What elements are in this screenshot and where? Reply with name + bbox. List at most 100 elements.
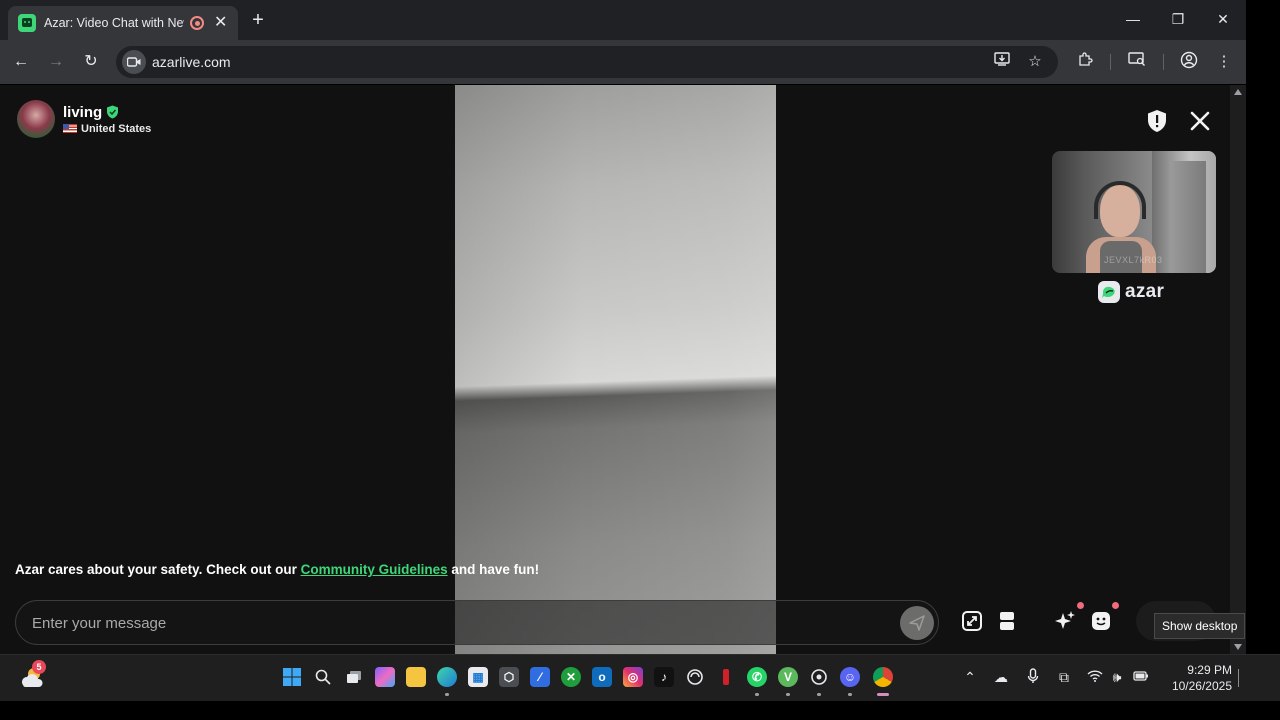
screen-edge	[1246, 0, 1280, 654]
toolbar-divider	[1110, 54, 1111, 70]
azar-logo-icon	[1098, 281, 1120, 303]
partner-username: living	[63, 103, 103, 121]
app-icon-blue[interactable]: ⁄	[530, 667, 550, 687]
onedrive-icon[interactable]: ☁	[992, 668, 1010, 686]
reload-button[interactable]: ↻	[79, 50, 103, 74]
running-indicator	[817, 693, 821, 696]
page-scrollbar[interactable]	[1230, 85, 1246, 654]
screen-bottom-edge	[0, 701, 1280, 720]
windows-taskbar: ▦ ⬡ ⁄ ✕ o ◎ ♪ ✆ V ☺ ⌃ ☁ ⧉ 🕪 9:29 PM 10/2…	[0, 654, 1280, 701]
microsoft-store-icon[interactable]: ▦	[468, 667, 488, 687]
battery-icon[interactable]	[1132, 668, 1150, 686]
self-camera-view: JEVXL7kR03	[1052, 151, 1216, 273]
browser-tab[interactable]: Azar: Video Chat with New ✕	[8, 6, 238, 40]
tiktok-icon[interactable]: ♪	[654, 667, 674, 687]
copilot-icon[interactable]	[375, 667, 395, 687]
scroll-up-arrow[interactable]	[1234, 89, 1242, 95]
profile-icon[interactable]	[1178, 51, 1200, 73]
forward-button[interactable]: →	[44, 50, 68, 74]
clock-date: 10/26/2025	[1171, 679, 1232, 693]
selfview-headset	[1094, 181, 1146, 219]
task-view-icon[interactable]	[344, 667, 364, 687]
effects-notification-dot	[1077, 602, 1084, 609]
message-bar	[15, 600, 939, 645]
send-button[interactable]	[900, 606, 934, 640]
chrome-icon[interactable]	[873, 667, 893, 687]
red-app-icon[interactable]	[716, 667, 736, 687]
mask-notification-dot	[1112, 602, 1119, 609]
partner-country: United States	[81, 122, 152, 135]
expand-button[interactable]	[958, 607, 986, 635]
community-guidelines-link[interactable]: Community Guidelines	[301, 562, 448, 577]
us-flag-icon	[63, 124, 77, 133]
xbox-icon[interactable]: ✕	[561, 667, 581, 687]
verified-shield-icon	[107, 105, 119, 119]
scroll-down-arrow[interactable]	[1234, 644, 1242, 650]
extensions-icon[interactable]	[1074, 51, 1096, 73]
back-button[interactable]: ←	[9, 50, 33, 74]
close-icon[interactable]	[1188, 109, 1212, 133]
expand-icon	[962, 611, 982, 631]
app-icon[interactable]: ⬡	[499, 667, 519, 687]
capture-icon[interactable]: ⧉	[1055, 668, 1073, 686]
avatar[interactable]	[17, 100, 55, 138]
recording-indicator-icon	[190, 16, 204, 30]
selfview-door	[1170, 161, 1206, 273]
safety-text-prefix: Azar cares about your safety. Check out …	[15, 562, 301, 577]
whatsapp-icon[interactable]: ✆	[747, 667, 767, 687]
maximize-button[interactable]: ❐	[1163, 6, 1193, 32]
edge-icon[interactable]	[437, 667, 457, 687]
selfview-watermark: JEVXL7kR03	[1104, 255, 1163, 265]
face-mask-icon	[1092, 612, 1110, 630]
browser-toolbar: ← → ↻ azarlive.com ☆ ⋮	[0, 40, 1246, 84]
volume-icon[interactable]: 🕪	[1108, 668, 1126, 686]
microphone-icon[interactable]	[1024, 668, 1042, 686]
azar-page: living United States JEVXL7kR03 azar Aza…	[0, 85, 1230, 654]
running-indicator	[755, 693, 759, 696]
tray-overflow-icon[interactable]: ⌃	[961, 668, 979, 686]
outlook-icon[interactable]: o	[592, 667, 612, 687]
safety-text-suffix: and have fun!	[447, 562, 540, 577]
safety-notice: Azar cares about your safety. Check out …	[15, 562, 539, 577]
minimize-button[interactable]: —	[1118, 6, 1148, 32]
file-explorer-icon[interactable]	[406, 667, 426, 687]
mask-button[interactable]	[1087, 607, 1115, 635]
message-input[interactable]	[32, 612, 872, 634]
running-indicator	[848, 693, 852, 696]
camera-app-icon[interactable]	[809, 667, 829, 687]
cast-search-icon[interactable]	[1126, 51, 1148, 73]
green-app-icon[interactable]: V	[778, 667, 798, 687]
tab-title: Azar: Video Chat with New	[44, 16, 184, 30]
azar-logo-text: azar	[1125, 281, 1165, 302]
active-app-indicator	[877, 693, 889, 696]
menu-kebab-icon[interactable]: ⋮	[1213, 51, 1235, 73]
effects-button[interactable]	[1051, 607, 1079, 635]
report-shield-icon[interactable]	[1146, 109, 1168, 133]
partner-profile[interactable]: living United States	[17, 100, 151, 138]
layout-toggle-button[interactable]	[993, 607, 1021, 635]
azar-favicon-icon	[18, 14, 36, 32]
site-info-icon[interactable]	[122, 50, 146, 74]
running-indicator	[786, 693, 790, 696]
show-desktop-button[interactable]	[1238, 669, 1239, 687]
bookmark-star-icon[interactable]: ☆	[1025, 52, 1045, 72]
search-icon[interactable]	[313, 667, 333, 687]
start-menu-icon[interactable]	[282, 667, 302, 687]
layout-icon	[1000, 612, 1014, 630]
new-tab-button[interactable]: +	[248, 8, 268, 32]
wifi-icon[interactable]	[1086, 668, 1104, 686]
azar-logo: azar	[1098, 281, 1164, 303]
address-bar[interactable]: azarlive.com ☆	[116, 46, 1058, 78]
install-app-icon[interactable]	[992, 52, 1012, 72]
chatgpt-icon[interactable]	[685, 667, 705, 687]
running-indicator	[445, 693, 449, 696]
system-clock[interactable]: 9:29 PM 10/26/2025	[1160, 662, 1232, 694]
instagram-icon[interactable]: ◎	[623, 667, 643, 687]
url-text[interactable]: azarlive.com	[152, 54, 231, 70]
weather-notification-badge: 5	[32, 660, 46, 674]
window-close-button[interactable]: ✕	[1208, 6, 1238, 32]
show-desktop-tooltip: Show desktop	[1154, 613, 1246, 639]
browser-tab-bar: Azar: Video Chat with New ✕ + — ❐ ✕	[0, 0, 1246, 40]
discord-icon[interactable]: ☺	[840, 667, 860, 687]
tab-close-button[interactable]: ✕	[214, 15, 227, 31]
